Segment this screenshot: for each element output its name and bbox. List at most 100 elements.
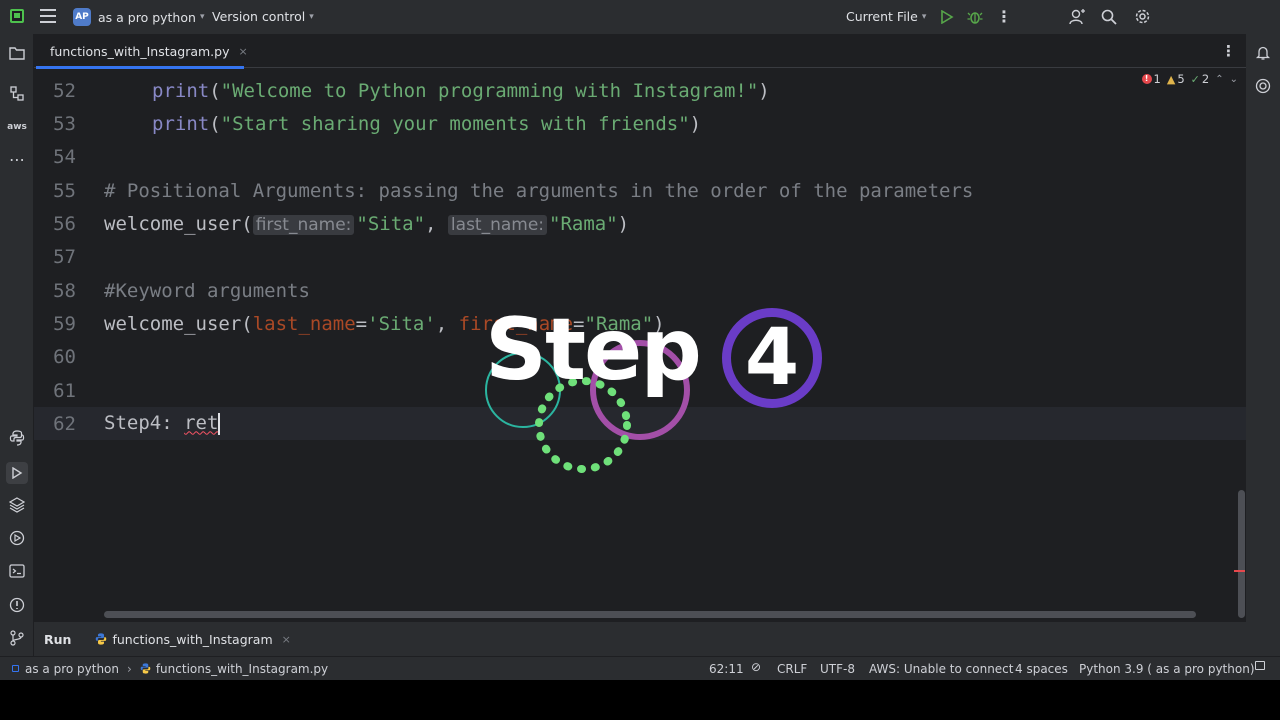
layers-icon[interactable]: [8, 496, 26, 514]
line-number: 55: [53, 179, 76, 202]
code-line-60[interactable]: 60: [34, 340, 1246, 373]
status-bar: as a pro python › functions_with_Instagr…: [0, 656, 1280, 680]
code-string: "Sita": [356, 212, 426, 235]
chevron-down-icon: ▾: [199, 12, 205, 22]
breadcrumb-project[interactable]: as a pro python: [25, 662, 119, 676]
line-number: 56: [53, 212, 76, 235]
debug-icon[interactable]: [967, 9, 983, 25]
aws-icon[interactable]: aws: [7, 118, 27, 136]
code-token: ): [617, 212, 630, 235]
services-icon[interactable]: [8, 529, 26, 547]
code-line-62[interactable]: 62 Step4: ret: [34, 407, 1246, 440]
text-caret: [218, 412, 221, 435]
breadcrumb-separator-icon: ›: [127, 661, 132, 676]
parameter-hint: first_name:: [252, 214, 355, 235]
active-tab-indicator: [36, 66, 244, 69]
code-line-54[interactable]: 54: [34, 140, 1246, 173]
main-menu-icon[interactable]: [40, 9, 56, 23]
more-actions-icon[interactable]: ⋮: [996, 7, 1012, 26]
tab-options-icon[interactable]: ⋮: [1221, 42, 1236, 60]
python-interpreter[interactable]: Python 3.9 ( as a pro python): [1079, 662, 1255, 676]
line-number: 60: [53, 345, 76, 368]
line-number: 58: [53, 279, 76, 302]
line-number: 54: [53, 145, 76, 168]
code-comment: # Positional Arguments: passing the argu…: [104, 179, 974, 202]
code-token: (: [209, 112, 221, 135]
code-token: ,: [435, 312, 459, 335]
line-number: 57: [53, 245, 76, 268]
code-token: Step4:: [104, 412, 185, 435]
indent-setting[interactable]: 4 spaces: [1015, 662, 1068, 676]
code-line-56[interactable]: 56 welcome_user(first_name: "Sita", last_…: [34, 207, 1246, 240]
caret-position[interactable]: 62:11: [709, 662, 744, 676]
error-stripe-marker[interactable]: [1234, 570, 1245, 572]
tab-close-icon[interactable]: ×: [239, 45, 248, 58]
code-token: ,: [425, 212, 448, 235]
vertical-scrollbar[interactable]: [1238, 490, 1245, 618]
code-string: "Welcome to Python programming with Inst…: [220, 79, 759, 102]
code-line-58[interactable]: 58 #Keyword arguments: [34, 274, 1246, 307]
vcs-selector[interactable]: Version control ▾: [212, 9, 314, 24]
no-highlighting-icon[interactable]: ⊘: [751, 660, 761, 674]
code-string: "Rama": [584, 312, 654, 335]
file-encoding[interactable]: UTF-8: [820, 662, 855, 676]
problems-icon[interactable]: [8, 596, 26, 614]
more-tools-icon[interactable]: ⋯: [8, 150, 26, 169]
run-tool-window-header: Run functions_with_Instagram ×: [34, 621, 1246, 656]
line-number: 52: [53, 79, 76, 102]
run-panel-title[interactable]: Run: [44, 632, 71, 647]
code-line-59[interactable]: 59 welcome_user(last_name='Sita', first_…: [34, 307, 1246, 340]
code-line-55[interactable]: 55 # Positional Arguments: passing the a…: [34, 174, 1246, 207]
structure-icon[interactable]: [8, 85, 26, 103]
code-string: "Rama": [549, 212, 618, 235]
project-folder-icon[interactable]: [8, 44, 26, 62]
python-console-icon[interactable]: [8, 429, 26, 447]
vcs-label: Version control: [212, 9, 306, 24]
title-bar: AP as a pro python ▾ Version control ▾ C…: [0, 0, 1280, 34]
tab-filename: functions_with_Instagram.py: [50, 43, 230, 59]
project-selector[interactable]: AP as a pro python ▾: [73, 8, 204, 26]
run-config-selector[interactable]: Current File ▾: [846, 9, 926, 24]
run-tab[interactable]: functions_with_Instagram ×: [95, 632, 291, 647]
run-tab-close-icon[interactable]: ×: [282, 633, 291, 646]
code-line-61[interactable]: 61: [34, 374, 1246, 407]
module-icon: [12, 665, 19, 672]
run-tool-icon[interactable]: [6, 462, 28, 484]
editor-tab-active[interactable]: functions_with_Instagram.py ×: [34, 34, 248, 69]
code-token: print: [152, 79, 210, 102]
chevron-down-icon: ▾: [921, 11, 927, 22]
ide-window: AP as a pro python ▾ Version control ▾ C…: [0, 0, 1280, 680]
left-tool-strip: aws ⋯: [0, 34, 34, 656]
terminal-icon[interactable]: [8, 562, 26, 580]
horizontal-scrollbar[interactable]: [104, 611, 1196, 618]
run-icon[interactable]: [940, 10, 954, 24]
code-line-52[interactable]: 52 print("Welcome to Python programming …: [34, 74, 1246, 107]
unresolved-token: ret: [184, 412, 219, 435]
code-string: 'Sita': [367, 312, 436, 335]
keyword-argument: first_name: [458, 312, 574, 335]
code-line-53[interactable]: 53 print("Start sharing your moments wit…: [34, 107, 1246, 140]
line-number: 59: [53, 312, 76, 335]
add-user-icon[interactable]: [1068, 8, 1086, 26]
code-area[interactable]: 52 print("Welcome to Python programming …: [34, 74, 1246, 605]
keyword-argument: last_name: [252, 312, 356, 335]
parameter-hint: last_name:: [447, 214, 548, 235]
lock-icon[interactable]: [1255, 661, 1265, 670]
run-config-label: Current File: [846, 9, 918, 24]
git-icon[interactable]: [8, 629, 26, 647]
aws-status[interactable]: AWS: Unable to connect: [869, 662, 1013, 676]
line-separator[interactable]: CRLF: [777, 662, 807, 676]
search-icon[interactable]: [1101, 9, 1117, 25]
code-token: print: [152, 112, 210, 135]
python-file-icon: [140, 663, 151, 674]
ai-assistant-icon[interactable]: [1254, 77, 1272, 95]
code-token: =: [355, 312, 368, 335]
settings-gear-icon[interactable]: [1134, 8, 1151, 25]
app-logo-icon[interactable]: [10, 9, 24, 23]
breadcrumb-file[interactable]: functions_with_Instagram.py: [156, 662, 328, 676]
notifications-icon[interactable]: [1254, 44, 1272, 62]
code-token: welcome_user(: [104, 212, 253, 235]
line-number: 61: [53, 379, 76, 402]
line-number: 62: [53, 412, 76, 435]
code-line-57[interactable]: 57: [34, 240, 1246, 273]
